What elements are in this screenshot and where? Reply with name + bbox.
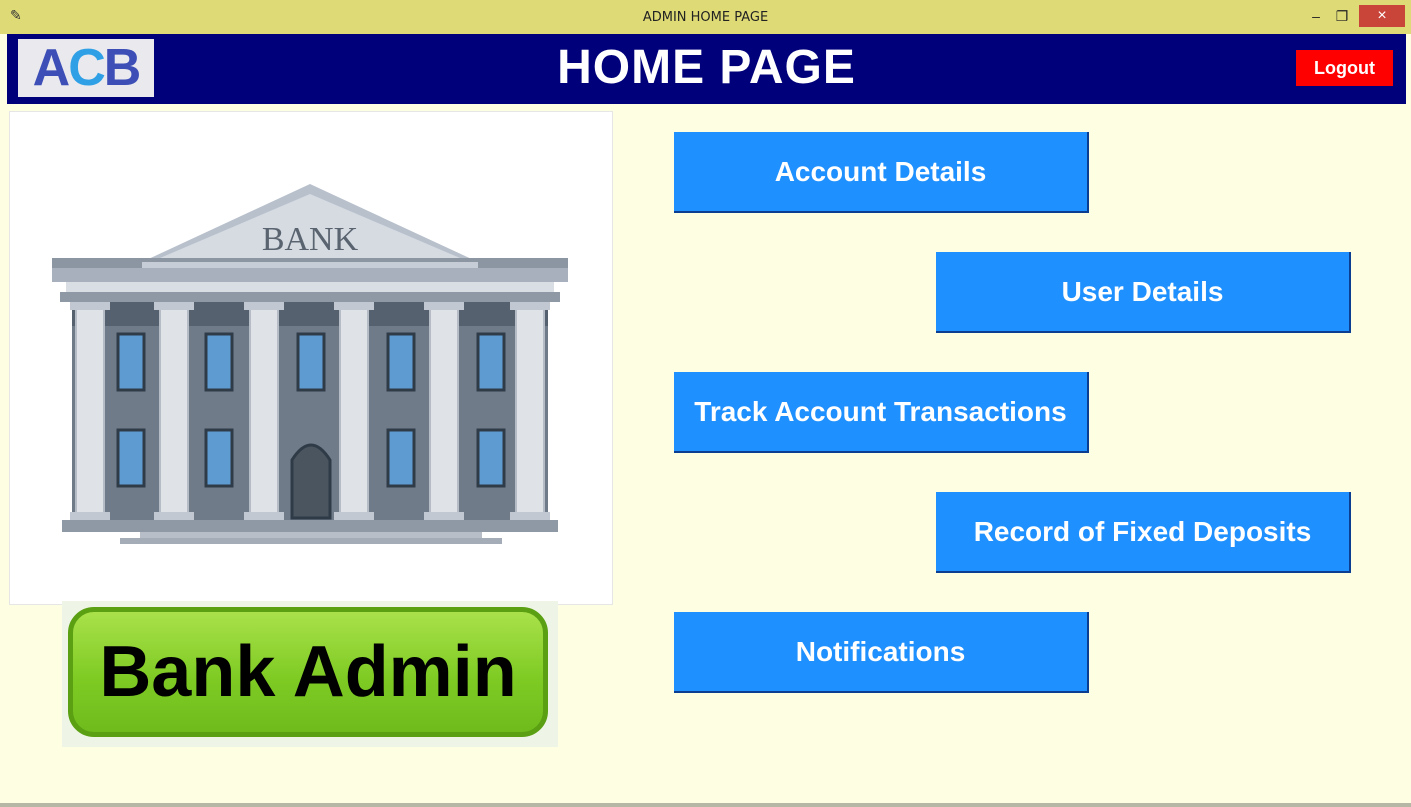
- minimize-button[interactable]: –: [1303, 5, 1329, 27]
- bank-admin-label: Bank Admin: [99, 632, 517, 712]
- page-title: HOME PAGE: [557, 41, 856, 94]
- account-details-button[interactable]: Account Details: [674, 132, 1089, 213]
- restore-button[interactable]: ❐: [1329, 5, 1355, 27]
- bank-building-illustration: BANK: [9, 111, 613, 605]
- taskbar-edge: [0, 803, 1411, 807]
- bank-building-icon: BANK: [52, 184, 568, 544]
- track-account-transactions-button[interactable]: Track Account Transactions: [674, 372, 1089, 453]
- window-titlebar: ✎ ADMIN HOME PAGE – ❐ ×: [0, 0, 1411, 34]
- notifications-button[interactable]: Notifications: [674, 612, 1089, 693]
- close-button[interactable]: ×: [1359, 5, 1405, 27]
- window-controls: – ❐ ×: [1303, 4, 1405, 28]
- bank-admin-badge: Bank Admin: [62, 601, 558, 747]
- app-header: ACB HOME PAGE Logout: [7, 34, 1406, 104]
- user-details-button[interactable]: User Details: [936, 252, 1351, 333]
- window-title: ADMIN HOME PAGE: [642, 10, 769, 25]
- record-of-fixed-deposits-button[interactable]: Record of Fixed Deposits: [936, 492, 1351, 573]
- bank-sign-text: BANK: [262, 221, 359, 258]
- logout-button[interactable]: Logout: [1296, 50, 1393, 86]
